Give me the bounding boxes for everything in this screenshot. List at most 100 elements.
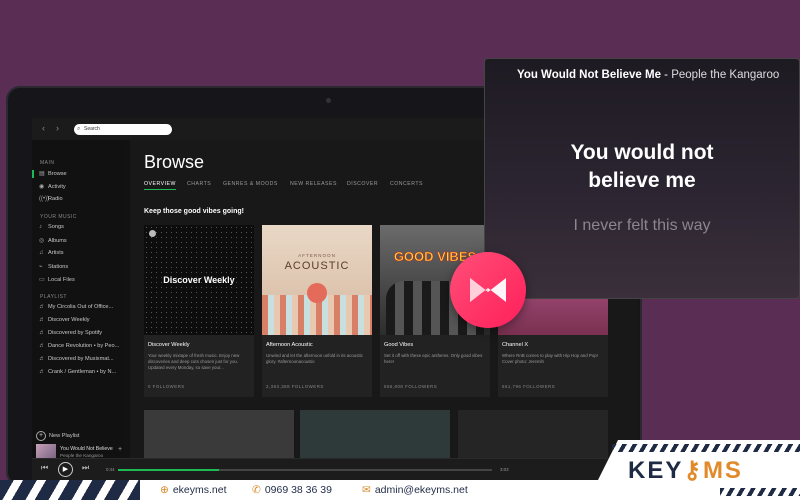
brand-stripes [612,444,800,452]
browse-icon: ▤ [39,171,45,177]
lyrics-song-title: You Would Not Believe Me [517,69,661,81]
sidebar-item-local-files[interactable]: ▭ Local Files [39,276,75,283]
radio-icon: ((•)) [39,196,50,202]
lyrics-header: You Would Not Believe Me - People the Ka… [517,69,779,81]
play-button[interactable]: ▶ [58,462,73,477]
search-input[interactable]: ⌕ Search [74,124,172,135]
card-followers: 0 FOLLOWERS [148,384,185,389]
page-title: Browse [144,152,205,172]
next-icon[interactable]: ⏭ [82,463,89,473]
playlist-item[interactable]: ♬ Dance Revolution • by Peo... [39,343,119,349]
playlist-item[interactable]: ♬ Discover Weekly [39,317,90,323]
cover-art: Discover Weekly [144,225,254,335]
activity-icon: ◉ [39,184,45,190]
card-followers: 566,808 FOLLOWERS [384,384,438,389]
card-title: Channel X [502,342,529,348]
playlist-card-discover-weekly[interactable]: Discover Weekly Discover Weekly Your wee… [144,225,254,397]
playlist-item[interactable]: ♬ Discovered by Musixmat... [39,356,114,362]
tab-underline [144,189,176,190]
playlist-icon: ♬ [39,304,45,310]
mail-icon: ✉ [362,484,371,496]
sidebar: MAIN ▤ Browse ◉ Activity ((•))Radio YOUR M… [32,140,124,464]
card-description: Where RnB comes to play with Hip Hop and… [502,353,598,365]
sidebar-item-radio[interactable]: ((•))Radio [39,196,63,202]
playlist-card[interactable] [300,410,450,458]
progress-fill [118,469,219,471]
lyrics-artist: People the Kangaroo [671,69,780,81]
tab-genres-moods[interactable]: GENRES & MOODS [223,181,278,187]
progress-bar[interactable] [118,469,492,471]
plus-icon: + [36,431,46,441]
artist-icon: ♫ [39,250,44,256]
sun-shape [307,283,327,303]
section-heading: Keep those good vibes going! [144,208,244,215]
card-followers: 561,796 FOLLOWERS [502,384,556,389]
new-playlist-button[interactable]: + New Playlist [36,431,79,441]
brand-logo: KEY⚷MS [628,457,743,484]
playlist-icon: ♬ [39,330,45,336]
tab-discover[interactable]: DISCOVER [347,181,378,187]
tab-overview[interactable]: OVERVIEW [144,181,176,187]
lyrics-next-line: I never felt this way [573,217,711,234]
play-icon: ▶ [62,466,69,473]
card-title: Good Vibes [384,342,414,348]
tab-charts[interactable]: CHARTS [187,181,211,187]
sidebar-item-songs[interactable]: ♪ Songs [39,224,64,230]
current-time: 0:44 [106,467,115,472]
sidebar-header-your-music: YOUR MUSIC [40,214,77,220]
sidebar-item-stations[interactable]: ⌁ Stations [39,263,68,270]
previous-icon[interactable]: ⏮ [41,463,48,473]
music-note-icon: ♪ [39,224,42,230]
key-icon: ⚷ [683,457,703,484]
now-playing-title[interactable]: You Would Not Believe [60,446,113,452]
card-description: Your weekly mixtape of fresh music. Enjo… [148,353,240,371]
card-description: Set it off with these epic anthems. Only… [384,353,483,365]
file-icon: ▭ [39,277,45,283]
lyrics-separator: - [660,69,672,81]
station-icon: ⌁ [39,264,43,270]
sidebar-header-main: MAIN [40,160,55,166]
footer-phone[interactable]: ✆ 0969 38 36 39 [252,484,332,496]
playlist-icon: ♬ [39,369,45,375]
card-followers: 2,363,388 FOLLOWERS [266,384,324,389]
search-icon: ⌕ [77,126,81,132]
playlist-card[interactable] [458,410,608,458]
spotify-icon [149,230,156,237]
playlist-card[interactable] [144,410,294,458]
sidebar-item-activity[interactable]: ◉ Activity [39,183,66,190]
forward-arrow-icon[interactable]: › [56,123,59,133]
card-description: Unwind and let the afternoon unfold in i… [266,353,363,365]
musixmatch-logo-icon [450,252,526,328]
total-time: 3:03 [500,467,509,472]
lyrics-current-line: You would not believe me [570,141,714,192]
lyrics-panel: You Would Not Believe Me - People the Ka… [484,58,800,299]
globe-icon: ⊕ [160,484,169,496]
tab-concerts[interactable]: CONCERTS [390,181,423,187]
sidebar-header-playlist: PLAYLIST [40,294,67,300]
footer-email[interactable]: ✉ admin@ekeyms.net [362,484,468,496]
search-placeholder: Search [84,126,100,132]
playlist-item[interactable]: ♬ Crank / Gentleman • by N... [39,369,116,375]
playlist-item[interactable]: ♬ My Circolia Out of Office... [39,304,113,310]
back-arrow-icon[interactable]: ‹ [42,123,45,133]
playlist-item[interactable]: ♬ Discovered by Spotify [39,330,102,336]
playlist-card-afternoon-acoustic[interactable]: AFTERNOON ACOUSTIC Afternoon Acoustic Un… [262,225,372,397]
sidebar-item-browse[interactable]: ▤ Browse [39,170,67,177]
phone-icon: ✆ [252,484,261,496]
player-bar: ⏮ ▶ ⏭ 0:44 3:03 [32,458,638,480]
active-indicator [32,170,34,178]
playlist-icon: ♬ [39,317,45,323]
playlist-icon: ♬ [39,356,45,362]
sidebar-item-artists[interactable]: ♫ Artists [39,250,64,256]
add-icon[interactable]: + [118,446,122,453]
camera [326,98,331,103]
sidebar-item-albums[interactable]: ◎ Albums [39,237,67,244]
footer-stripes [0,480,140,500]
brand-stripes [720,488,800,496]
footer-website[interactable]: ⊕ ekeyms.net [160,484,227,496]
card-title: Discover Weekly [148,342,190,348]
cover-art: AFTERNOON ACOUSTIC [262,225,372,335]
playlist-icon: ♬ [39,343,45,349]
card-title: Afternoon Acoustic [266,342,313,348]
tab-new-releases[interactable]: NEW RELEASES [290,181,337,187]
